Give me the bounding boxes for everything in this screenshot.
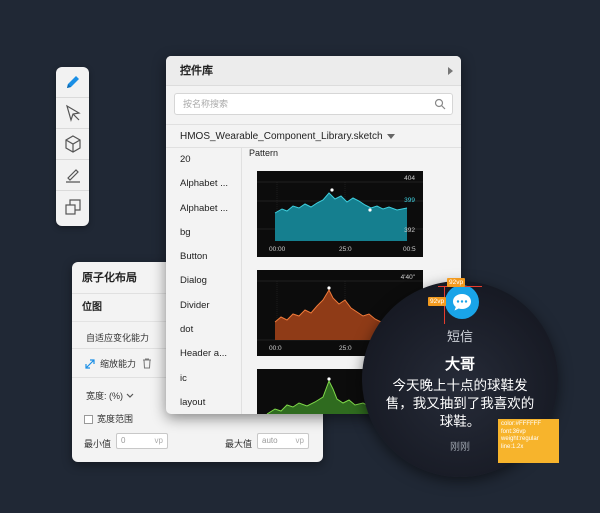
list-item[interactable]: dot [166, 318, 241, 342]
max-value-input[interactable]: auto vp [257, 433, 309, 449]
adaptive-label: 自适应变化能力 [86, 333, 150, 343]
max-value: auto [262, 436, 278, 445]
pencil-tool[interactable] [56, 67, 89, 98]
dimension-tag-height: 92vp [428, 297, 447, 306]
width-label: 宽度: (%) [86, 391, 123, 401]
search-box[interactable] [174, 93, 453, 115]
x-label: 25:0 [339, 246, 352, 253]
dropdown-triangle-icon [386, 133, 395, 139]
width-range-option[interactable]: 宽度范围 [84, 412, 133, 425]
y-mid-label: 399 [404, 197, 415, 204]
width-range-checkbox[interactable] [84, 415, 93, 425]
shrink-capability[interactable]: 缩放能力 [84, 357, 152, 370]
collapse-arrow-icon[interactable] [448, 67, 453, 75]
library-name: HMOS_Wearable_Component_Library.sketch [180, 131, 383, 142]
width-unit-select[interactable]: 宽度: (%) [86, 389, 134, 402]
list-item[interactable]: layout [166, 391, 241, 414]
min-value: 0 [121, 436, 126, 445]
cube-icon [64, 135, 81, 153]
tool-palette [56, 67, 89, 226]
trash-icon[interactable] [142, 358, 152, 369]
teal-chart-thumbnail: 404 399 392 00:00 25:0 00:5 [257, 175, 423, 253]
width-range-label: 宽度范围 [97, 414, 134, 424]
x-label: 00:00 [269, 246, 286, 253]
list-item[interactable]: 20 [166, 148, 241, 172]
list-item[interactable]: Dialog [166, 269, 241, 293]
chat-bubble-icon [453, 294, 471, 311]
list-item[interactable]: Alphabet ... [166, 172, 241, 196]
list-divider [241, 148, 242, 414]
search-icon[interactable] [434, 98, 446, 110]
spec-line: font:36vp [501, 428, 526, 435]
x-label: 00:5 [403, 246, 416, 253]
ruler-icon [65, 169, 80, 183]
y-bottom-label: 392 [404, 227, 415, 234]
3d-tool[interactable] [56, 129, 89, 160]
export-icon [64, 198, 81, 215]
list-item[interactable]: bg [166, 221, 241, 245]
max-label: 最大值 [225, 439, 253, 449]
library-title-bar: 控件库 [166, 56, 461, 86]
max-unit: vp [295, 436, 304, 445]
shrink-label: 缩放能力 [100, 359, 137, 369]
pattern-label: Pattern [249, 148, 279, 158]
app-name: 短信 [446, 329, 473, 344]
spec-line: color:#FFFFFF [501, 421, 541, 427]
pencil-icon [66, 76, 79, 88]
list-item[interactable]: Divider [166, 294, 241, 318]
component-list: 20 Alphabet ... Alphabet ... bg Button D… [166, 148, 241, 414]
low-marker [368, 208, 372, 212]
min-unit: vp [154, 436, 163, 445]
vector-tool[interactable] [56, 98, 89, 129]
search-input[interactable] [175, 94, 415, 114]
text-spec-note: color:#FFFFFF font:36vp weight:regular l… [498, 419, 559, 463]
list-item[interactable]: ic [166, 367, 241, 391]
min-label: 最小值 [84, 439, 112, 449]
spec-line: line:1.2x [501, 443, 524, 450]
resize-diagonal-icon [85, 358, 95, 369]
y-top-label: 404 [404, 175, 415, 182]
list-item[interactable]: Button [166, 245, 241, 269]
list-item[interactable]: Alphabet ... [166, 197, 241, 221]
spec-line: weight:regular [501, 436, 539, 442]
vector-arrow-icon [65, 104, 81, 123]
measure-tool[interactable] [56, 160, 89, 191]
sender-name: 大哥 [444, 356, 475, 373]
x-label: 00:0 [269, 345, 282, 352]
peak-marker [327, 286, 331, 290]
peak-marker [327, 377, 331, 381]
library-title: 控件库 [180, 65, 213, 77]
dimension-tag-width: 92vp [447, 278, 466, 287]
export-tool[interactable] [56, 191, 89, 222]
teal-area [275, 193, 407, 241]
min-value-input[interactable]: 0 vp [116, 433, 168, 449]
message-app-icon [445, 285, 479, 319]
pattern-thumbnail-teal[interactable]: 404 399 392 00:00 25:0 00:5 [257, 171, 423, 257]
chevron-down-icon [126, 393, 134, 398]
x-label: 25:0 [339, 345, 352, 352]
list-item[interactable]: Header a... [166, 342, 241, 366]
peak-marker [330, 188, 334, 192]
y-top-label: 4'40" [401, 274, 416, 281]
library-selector[interactable]: HMOS_Wearable_Component_Library.sketch [166, 124, 461, 148]
